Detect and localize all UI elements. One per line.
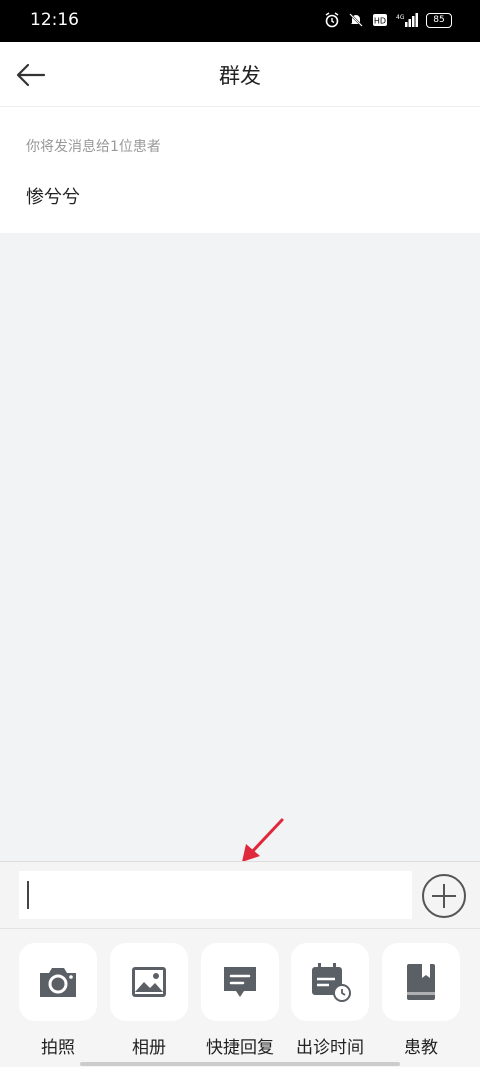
- image-icon: [132, 967, 166, 997]
- tool-label-album: 相册: [132, 1038, 166, 1058]
- recipient-name[interactable]: 惨兮兮: [26, 183, 80, 209]
- mute-bell-icon: [349, 13, 363, 27]
- input-bar: [0, 861, 480, 928]
- patient-education-button[interactable]: [382, 943, 460, 1021]
- alarm-icon: [325, 12, 339, 28]
- tool-quick-reply[interactable]: 快捷回复: [201, 943, 279, 1058]
- tool-clinic-time[interactable]: 出诊时间: [291, 943, 369, 1058]
- page-title: 群发: [219, 64, 261, 88]
- message-icon: [224, 967, 256, 997]
- add-button[interactable]: [421, 873, 467, 919]
- camera-icon: [40, 968, 76, 997]
- camera-button[interactable]: [19, 943, 97, 1021]
- tool-camera[interactable]: 拍照: [19, 943, 97, 1058]
- status-bar: 12:16 HD 4G 85: [0, 0, 480, 42]
- signal-icon: 4G: [396, 13, 418, 27]
- calendar-clock-icon: [312, 963, 351, 1002]
- status-icons: HD 4G 85: [324, 12, 452, 28]
- tool-label-camera: 拍照: [41, 1038, 75, 1058]
- tool-album[interactable]: 相册: [110, 943, 188, 1058]
- tool-patient-education[interactable]: 患教: [382, 943, 460, 1058]
- svg-text:HD: HD: [374, 17, 386, 26]
- hd-icon: HD: [373, 14, 387, 26]
- annotation-arrow-icon: [242, 818, 284, 862]
- function-toolbar: 拍照 相册 快捷回复 出诊时间 患教: [0, 928, 480, 1067]
- status-time: 12:16: [30, 10, 79, 30]
- recipients-hint: 你将发消息给1位患者: [26, 139, 161, 155]
- svg-text:4G: 4G: [396, 14, 405, 21]
- text-cursor: [27, 881, 29, 909]
- quick-reply-button[interactable]: [201, 943, 279, 1021]
- recipients-panel: 你将发消息给1位患者 惨兮兮: [0, 107, 480, 233]
- message-input[interactable]: [19, 871, 412, 919]
- header-bar: 群发: [0, 42, 480, 107]
- tool-label-patient-education: 患教: [404, 1038, 438, 1058]
- clinic-time-button[interactable]: [291, 943, 369, 1021]
- battery-icon: 85: [426, 12, 452, 28]
- tool-label-clinic-time: 出诊时间: [296, 1038, 364, 1058]
- home-indicator: [80, 1062, 400, 1066]
- tool-label-quick-reply: 快捷回复: [206, 1038, 274, 1058]
- album-button[interactable]: [110, 943, 188, 1021]
- book-icon: [407, 964, 435, 1000]
